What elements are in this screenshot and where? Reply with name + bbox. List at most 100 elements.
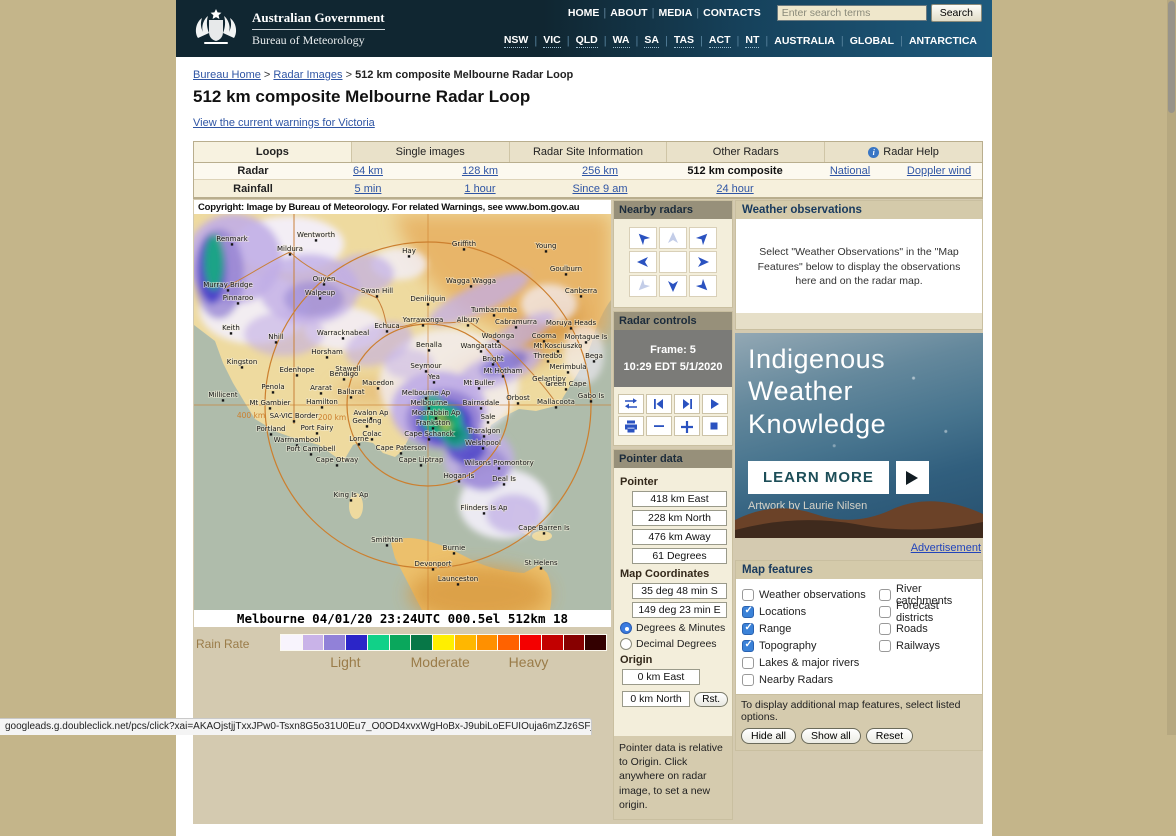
svg-text:Warracknabeal: Warracknabeal — [317, 329, 369, 337]
svg-text:Horsham: Horsham — [311, 348, 343, 356]
state-nav-wa[interactable]: WA — [613, 34, 630, 48]
feature-forecast-districts[interactable]: Forecast districts — [879, 603, 978, 620]
ad-arrow-button[interactable] — [896, 461, 929, 494]
feature-locations[interactable]: Locations — [742, 603, 879, 620]
nearby-radar-nw-button[interactable] — [629, 227, 657, 249]
hide-all-button[interactable]: Hide all — [741, 728, 796, 744]
nearby-radar-s-button[interactable] — [659, 275, 687, 297]
radio-degrees-minutes-control[interactable] — [620, 622, 632, 634]
feature-range[interactable]: Range — [742, 620, 879, 637]
tab-radar-help[interactable]: iRadar Help — [825, 142, 982, 162]
radar-map[interactable]: 200 km400 kmRenmarkWentworthMilduraMurra… — [194, 214, 611, 610]
breadcrumb-bureau-home[interactable]: Bureau Home — [193, 69, 261, 81]
svg-text:Albury: Albury — [457, 316, 480, 324]
skip-end-icon — [679, 397, 695, 411]
first-frame-button[interactable] — [646, 394, 672, 414]
nearby-radar-n-button[interactable] — [659, 227, 687, 249]
radio-decimal-degrees-control[interactable] — [620, 638, 632, 650]
radar-link-1-hour[interactable]: 1 hour — [464, 183, 495, 195]
pointer-data-title: Pointer data — [614, 450, 732, 468]
state-nav-antarctica[interactable]: ANTARCTICA — [909, 35, 977, 48]
tab-other-radars[interactable]: Other Radars — [667, 142, 825, 162]
tab-single-images[interactable]: Single images — [352, 142, 510, 162]
radar-link-doppler-wind[interactable]: Doppler wind — [907, 165, 971, 177]
search-button[interactable]: Search — [931, 4, 982, 22]
radio-degrees-minutes[interactable]: Degrees & Minutes — [620, 622, 728, 634]
tab-radar-site-information[interactable]: Radar Site Information — [510, 142, 668, 162]
top-nav-about[interactable]: ABOUT — [606, 7, 651, 19]
state-nav-nt[interactable]: NT — [745, 34, 759, 48]
print-button[interactable] — [618, 416, 644, 436]
svg-text:Wodonga: Wodonga — [482, 332, 515, 340]
nearby-radar-ne-button[interactable] — [689, 227, 717, 249]
search-input[interactable] — [777, 5, 927, 21]
feature-topography[interactable]: Topography — [742, 637, 879, 654]
top-nav-home[interactable]: HOME — [564, 7, 604, 19]
nearby-radar-w-button[interactable] — [629, 251, 657, 273]
checkbox-locations[interactable] — [742, 606, 754, 618]
stop-button[interactable] — [702, 416, 728, 436]
state-nav-nsw[interactable]: NSW — [504, 34, 529, 48]
svg-text:Macedon: Macedon — [362, 379, 394, 387]
bom-logo-link[interactable]: Australian Government Bureau of Meteorol… — [176, 0, 395, 57]
warnings-link[interactable]: View the current warnings for Victoria — [193, 117, 375, 129]
nearby-radar-e-button[interactable] — [689, 251, 717, 273]
state-nav-sa[interactable]: SA — [644, 34, 659, 48]
radar-link-256-km[interactable]: 256 km — [582, 165, 618, 177]
last-frame-button[interactable] — [674, 394, 700, 414]
loop-button[interactable] — [618, 394, 644, 414]
svg-text:Hamilton: Hamilton — [306, 398, 338, 406]
feature-lakes-major-rivers[interactable]: Lakes & major rivers — [742, 654, 879, 671]
radar-link-128-km[interactable]: 128 km — [462, 165, 498, 177]
iwk-advertisement[interactable]: Indigenous Weather Knowledge LEARN MORE … — [735, 333, 983, 538]
radio-decimal-degrees[interactable]: Decimal Degrees — [620, 638, 728, 650]
learn-more-button[interactable]: LEARN MORE — [748, 461, 889, 494]
nearby-radars-panel: Nearby radars — [613, 200, 733, 308]
state-nav-tas[interactable]: TAS — [674, 34, 694, 48]
nearby-radar-sw-button[interactable] — [629, 275, 657, 297]
checkbox-roads[interactable] — [879, 623, 891, 635]
checkbox-lakes-major-rivers[interactable] — [742, 657, 754, 669]
advertisement-link[interactable]: Advertisement — [911, 542, 981, 554]
radar-link-24-hour[interactable]: 24 hour — [716, 183, 753, 195]
radar-link-national[interactable]: National — [830, 165, 870, 177]
legend-swatch-1 — [302, 635, 324, 650]
nearby-radar-se-button[interactable] — [689, 275, 717, 297]
top-nav-contacts[interactable]: CONTACTS — [699, 7, 765, 19]
feature-weather-observations[interactable]: Weather observations — [742, 586, 879, 603]
reset-button[interactable]: Reset — [866, 728, 913, 744]
rain-rate-legend: Rain Rate LightModerateHeavy — [194, 627, 611, 676]
legend-swatch-7 — [432, 635, 454, 650]
checkbox-nearby-radars[interactable] — [742, 674, 754, 686]
top-nav-media[interactable]: MEDIA — [654, 7, 696, 19]
feature-railways[interactable]: Railways — [879, 637, 978, 654]
feature-nearby-radars[interactable]: Nearby Radars — [742, 671, 879, 688]
radar-link-64-km[interactable]: 64 km — [353, 165, 383, 177]
state-nav-australia[interactable]: AUSTRALIA — [774, 35, 835, 48]
tab-loops[interactable]: Loops — [194, 142, 352, 162]
checkbox-river-catchments[interactable] — [879, 589, 891, 601]
state-nav-vic[interactable]: VIC — [543, 34, 561, 48]
loop-icon — [623, 397, 639, 411]
checkbox-railways[interactable] — [879, 640, 891, 652]
origin-reset-button[interactable]: Rst. — [694, 692, 728, 707]
checkbox-topography[interactable] — [742, 640, 754, 652]
zoom-in-button[interactable] — [674, 416, 700, 436]
radar-link-5-min[interactable]: 5 min — [355, 183, 382, 195]
state-nav-global[interactable]: GLOBAL — [850, 35, 894, 48]
page-scrollbar[interactable] — [1167, 0, 1176, 735]
state-nav-act[interactable]: ACT — [709, 34, 731, 48]
state-nav-qld[interactable]: QLD — [576, 34, 598, 48]
show-all-button[interactable]: Show all — [801, 728, 861, 744]
checkbox-forecast-districts[interactable] — [879, 606, 891, 618]
play-button[interactable] — [702, 394, 728, 414]
checkbox-range[interactable] — [742, 623, 754, 635]
svg-text:SA-VIC Border: SA-VIC Border — [270, 412, 319, 420]
radar-current-512-km-composite: 512 km composite — [687, 165, 782, 177]
radar-link-since-9-am[interactable]: Since 9 am — [572, 183, 627, 195]
browser-status-bar: googleads.g.doubleclick.net/pcs/click?xa… — [0, 718, 592, 735]
breadcrumb-radar-images[interactable]: Radar Images — [273, 69, 342, 81]
scrollbar-thumb[interactable] — [1168, 1, 1175, 113]
zoom-out-button[interactable] — [646, 416, 672, 436]
checkbox-weather-observations[interactable] — [742, 589, 754, 601]
